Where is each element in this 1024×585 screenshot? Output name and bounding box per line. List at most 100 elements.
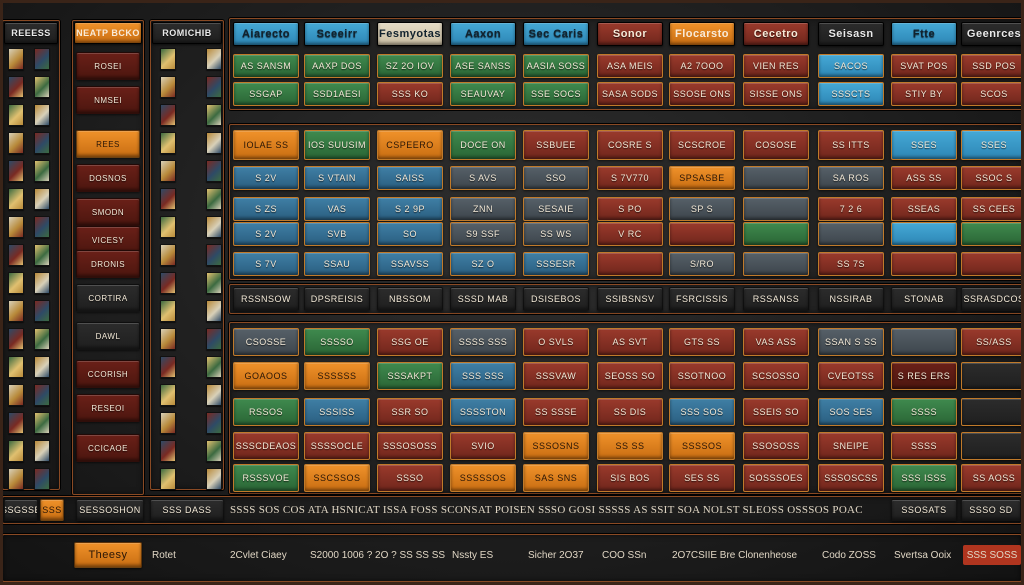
stat-cell-grid2[interactable]: SSR SO <box>377 398 443 426</box>
game-thumbnail[interactable] <box>160 188 176 210</box>
stat-cell-grid2[interactable] <box>961 362 1024 390</box>
stat-cell-grid2[interactable]: SSSOSCSS <box>818 464 884 492</box>
stat-cell-grid2[interactable]: SS DIS <box>597 398 663 426</box>
stat-cell-grid1[interactable]: S 2V <box>233 166 299 190</box>
stat-cell-grid2[interactable]: CSOSSE <box>233 328 299 356</box>
stat-cell-grid2[interactable]: SSSISS <box>304 398 370 426</box>
game-thumbnail[interactable] <box>160 468 176 490</box>
stat-cell-grid2[interactable]: SSSS SSS <box>450 328 516 356</box>
game-thumbnail[interactable] <box>160 244 176 266</box>
stat-cell-row-a[interactable]: A2 7OOO <box>669 54 735 78</box>
stat-cell-grid2[interactable]: SEOSS SO <box>597 362 663 390</box>
sidebar-item[interactable]: CCICAOE <box>76 434 140 462</box>
game-thumbnail[interactable] <box>34 216 50 238</box>
column-header[interactable]: Aiarecto <box>233 22 299 46</box>
row-label[interactable]: DPSREISIS <box>304 287 370 311</box>
stat-cell-grid1[interactable]: CSPEERO <box>377 130 443 160</box>
stat-cell-grid1[interactable] <box>818 222 884 246</box>
stat-cell-grid1[interactable]: SSES <box>961 130 1024 160</box>
game-thumbnail[interactable] <box>160 412 176 434</box>
stat-cell-grid1[interactable] <box>743 197 809 221</box>
stat-cell-grid1[interactable]: S ZS <box>233 197 299 221</box>
game-thumbnail[interactable] <box>8 244 24 266</box>
stat-cell-row-a[interactable]: SZ 2O IOV <box>377 54 443 78</box>
stat-cell-grid2[interactable]: SAS SNS <box>523 464 589 492</box>
stat-cell-grid1[interactable]: SS CEES <box>961 197 1024 221</box>
stat-cell-grid2[interactable]: SSSSSS <box>304 362 370 390</box>
game-thumbnail[interactable] <box>8 440 24 462</box>
stat-cell-grid2[interactable]: SSAN S SS <box>818 328 884 356</box>
game-thumbnail[interactable] <box>34 160 50 182</box>
game-thumbnail[interactable] <box>34 300 50 322</box>
game-thumbnail[interactable] <box>206 188 222 210</box>
stat-cell-grid2[interactable]: SSS ISSS <box>891 464 957 492</box>
stat-cell-grid2[interactable]: SSSSSOS <box>450 464 516 492</box>
sidebar-item[interactable]: SMODN <box>76 198 140 226</box>
stat-cell-grid1[interactable]: SP S <box>669 197 735 221</box>
stat-cell-grid2[interactable]: SS SSSE <box>523 398 589 426</box>
stat-cell-grid1[interactable] <box>891 252 957 276</box>
game-thumbnail[interactable] <box>160 104 176 126</box>
stat-cell-grid2[interactable]: GOAOOS <box>233 362 299 390</box>
stat-cell-grid1[interactable]: SSEAS <box>891 197 957 221</box>
game-thumbnail[interactable] <box>160 384 176 406</box>
row-label[interactable]: SSRASDCOS <box>961 287 1024 311</box>
stat-cell-grid2[interactable]: SSSOSNS <box>523 432 589 460</box>
game-thumbnail[interactable] <box>206 132 222 154</box>
status-right-2[interactable]: SSSO SD <box>961 499 1021 521</box>
game-thumbnail[interactable] <box>206 160 222 182</box>
game-thumbnail[interactable] <box>160 160 176 182</box>
stat-cell-row-b[interactable]: SASA SODS <box>597 82 663 106</box>
stat-cell-grid2[interactable]: SOSSSOES <box>743 464 809 492</box>
stat-cell-grid1[interactable]: SAISS <box>377 166 443 190</box>
stat-cell-row-a[interactable]: AASIA SOSS <box>523 54 589 78</box>
column-header[interactable]: Cecetro <box>743 22 809 46</box>
game-thumbnail[interactable] <box>8 132 24 154</box>
column-header[interactable]: Sec Caris <box>523 22 589 46</box>
stat-cell-grid1[interactable]: SESAIE <box>523 197 589 221</box>
column-header[interactable]: Ftte <box>891 22 957 46</box>
stat-cell-grid2[interactable]: SSSOSOSS <box>377 432 443 460</box>
stat-cell-row-b[interactable]: SSGAP <box>233 82 299 106</box>
game-thumbnail[interactable] <box>160 48 176 70</box>
stat-cell-grid2[interactable]: SSS SSS <box>450 362 516 390</box>
game-thumbnail[interactable] <box>160 300 176 322</box>
sidebar-item[interactable]: NMSEI <box>76 86 140 114</box>
row-label[interactable]: NBSSOM <box>377 287 443 311</box>
stat-cell-grid2[interactable]: SS/ASS <box>961 328 1024 356</box>
stat-cell-grid2[interactable]: SSSCDEAOS <box>233 432 299 460</box>
stat-cell-grid1[interactable]: V RC <box>597 222 663 246</box>
game-thumbnail[interactable] <box>8 160 24 182</box>
footer-item[interactable]: SSS SOSS <box>963 545 1021 565</box>
stat-cell-row-a[interactable]: VIEN RES <box>743 54 809 78</box>
stat-cell-grid2[interactable]: SES SS <box>669 464 735 492</box>
stat-cell-row-a[interactable]: ASA MEIS <box>597 54 663 78</box>
stat-cell-row-a[interactable]: SACOS <box>818 54 884 78</box>
game-thumbnail[interactable] <box>206 384 222 406</box>
game-thumbnail[interactable] <box>34 76 50 98</box>
stat-cell-grid2[interactable] <box>961 398 1024 426</box>
row-label[interactable]: RSSANSS <box>743 287 809 311</box>
game-thumbnail[interactable] <box>206 440 222 462</box>
stat-cell-grid1[interactable] <box>669 222 735 246</box>
stat-cell-grid1[interactable]: SS WS <box>523 222 589 246</box>
stat-cell-grid1[interactable] <box>743 166 809 190</box>
stat-cell-grid2[interactable]: AS SVT <box>597 328 663 356</box>
column-header[interactable]: Fesmyotas <box>377 22 443 46</box>
stat-cell-grid2[interactable]: CVEOTSS <box>818 362 884 390</box>
stat-cell-grid1[interactable]: SSES <box>891 130 957 160</box>
stat-cell-grid2[interactable]: SSSSO <box>304 328 370 356</box>
stat-cell-grid2[interactable]: SSSO <box>377 464 443 492</box>
stat-cell-grid1[interactable]: SPSASBE <box>669 166 735 190</box>
column-header[interactable]: Sonor <box>597 22 663 46</box>
stat-cell-grid1[interactable] <box>891 222 957 246</box>
stat-cell-grid1[interactable]: SS 7S <box>818 252 884 276</box>
game-thumbnail[interactable] <box>8 188 24 210</box>
sidebar-header-mid[interactable]: NEATP BCKO <box>74 22 142 44</box>
stat-cell-row-b[interactable]: STIY BY <box>891 82 957 106</box>
stat-cell-grid1[interactable]: SCSCROE <box>669 130 735 160</box>
stat-cell-grid2[interactable]: SSSS <box>891 398 957 426</box>
stat-cell-grid1[interactable]: S/RO <box>669 252 735 276</box>
stat-cell-grid1[interactable]: ASS SS <box>891 166 957 190</box>
game-thumbnail[interactable] <box>206 328 222 350</box>
